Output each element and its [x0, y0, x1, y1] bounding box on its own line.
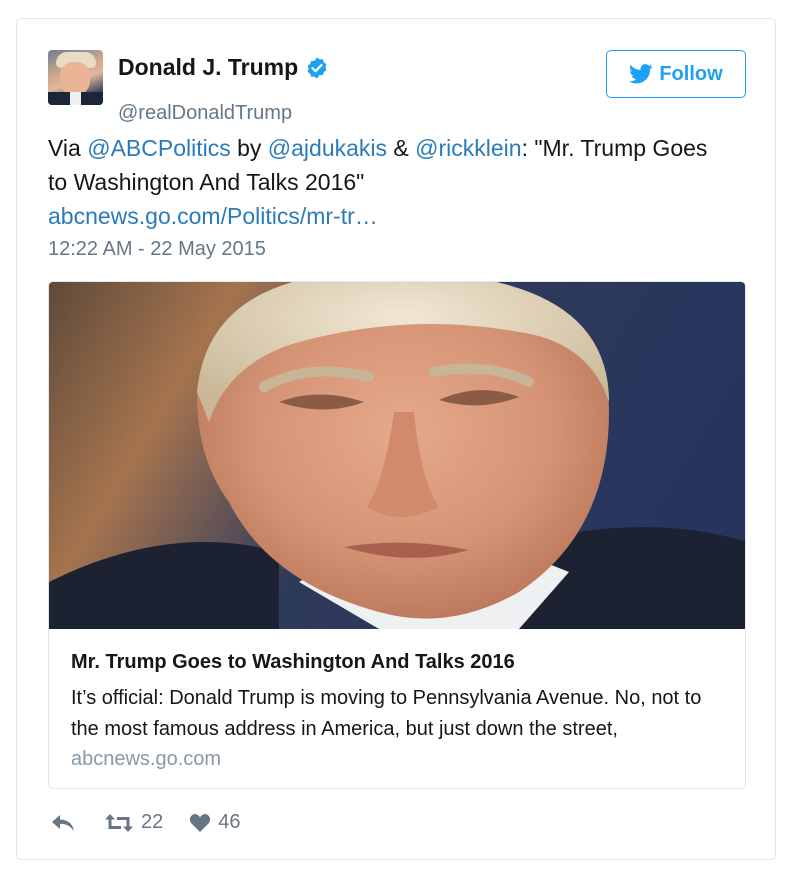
mention-rickklein[interactable]: @rickklein: [415, 135, 521, 161]
tweet-text: Via @ABCPolitics by @ajdukakis & @rickkl…: [48, 131, 728, 233]
tweet-link[interactable]: abcnews.go.com/Politics/mr-tr…: [48, 203, 378, 229]
avatar[interactable]: [48, 50, 103, 105]
link-card[interactable]: Mr. Trump Goes to Washington And Talks 2…: [48, 281, 746, 789]
author-name-row: Donald J. Trump: [118, 54, 329, 81]
tweet-text-part: &: [387, 135, 416, 161]
follow-button-label: Follow: [659, 62, 723, 85]
follow-button[interactable]: Follow: [606, 50, 746, 98]
reply-icon: [52, 814, 74, 831]
author-name[interactable]: Donald J. Trump: [118, 54, 298, 81]
like-count: 46: [218, 811, 241, 833]
retweet-button[interactable]: 22: [104, 811, 163, 834]
tweet-embed: Donald J. Trump @realDonaldTrump Follow …: [16, 18, 776, 860]
tweet-text-part: Via: [48, 135, 88, 161]
card-title: Mr. Trump Goes to Washington And Talks 2…: [71, 651, 515, 673]
tweet-timestamp[interactable]: 12:22 AM - 22 May 2015: [48, 238, 266, 261]
twitter-bird-icon: [629, 64, 653, 84]
retweet-count: 22: [141, 811, 164, 833]
retweet-icon: [105, 813, 133, 832]
like-button[interactable]: 46: [189, 811, 241, 834]
mention-abcpolitics[interactable]: @ABCPolitics: [87, 135, 231, 161]
card-image: [49, 282, 745, 629]
heart-icon: [190, 813, 211, 832]
mention-ajdukakis[interactable]: @ajdukakis: [268, 135, 387, 161]
verified-badge-icon: [307, 57, 327, 78]
tweet-actions: 22 46: [50, 811, 241, 834]
card-description: It’s official: Donald Trump is moving to…: [71, 687, 702, 740]
card-domain: abcnews.go.com: [71, 748, 222, 770]
tweet-text-part: by: [230, 135, 268, 161]
reply-button[interactable]: [50, 812, 76, 834]
author-handle[interactable]: @realDonaldTrump: [118, 102, 292, 125]
